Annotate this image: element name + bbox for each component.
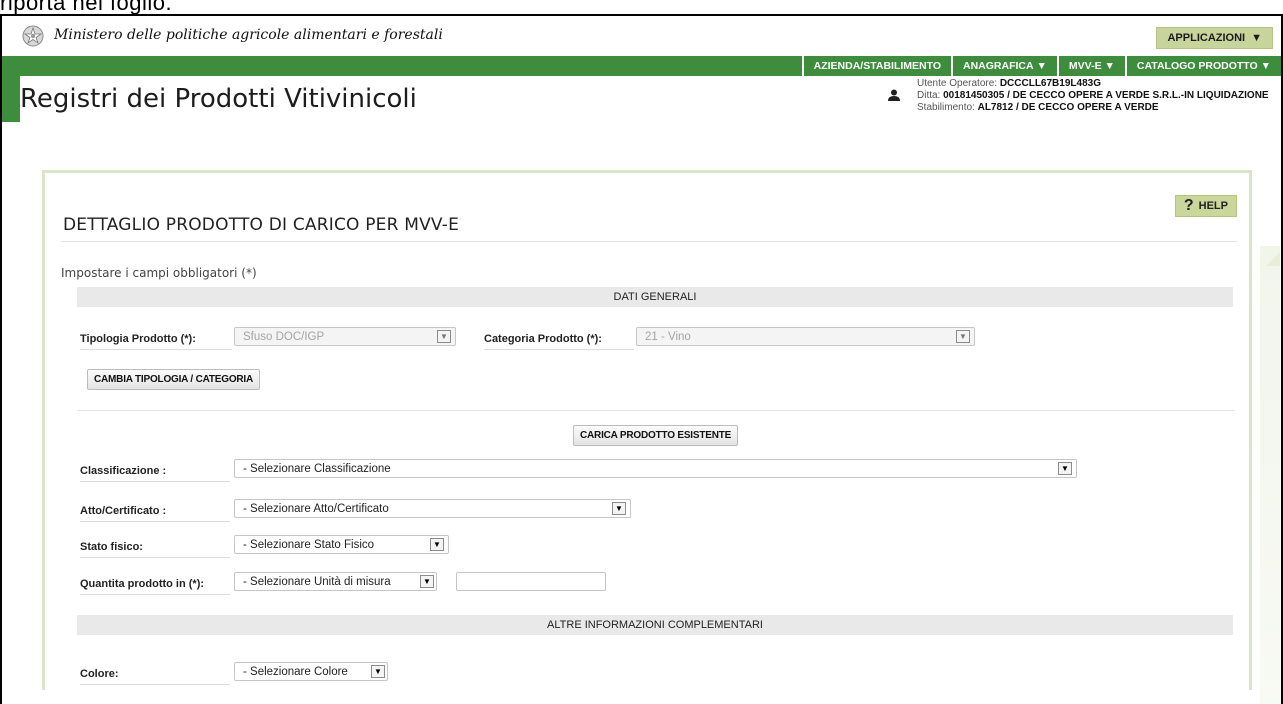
main-navbar: AZIENDA/STABILIMENTO ANAGRAFICA ▼ MVV-E … [2,56,1281,76]
tipologia-select[interactable]: Sfuso DOC/IGP ▼ [234,327,456,346]
atto-certificato-select[interactable]: - Selezionare Atto/Certificato ▼ [234,499,631,518]
content-panel: ? HELP DETTAGLIO PRODOTTO DI CARICO PER … [42,170,1252,690]
nav-item-catalogo-prodotto[interactable]: CATALOGO PRODOTTO ▼ [1124,56,1281,76]
dropdown-arrow-icon: ▼ [956,330,970,343]
tipologia-label: Tipologia Prodotto (*): [80,333,196,345]
section-header-dati-generali: DATI GENERALI [77,287,1233,307]
load-existing-product-button[interactable]: CARICA PRODOTTO ESISTENTE [573,425,739,446]
label-underline [80,349,232,350]
categoria-select[interactable]: 21 - Vino ▼ [636,327,975,346]
company-value: 00181450305 / DE CECCO OPERE A VERDE S.R… [943,90,1269,101]
nav-item-label: AZIENDA/STABILIMENTO [813,60,941,72]
nav-item-label: CATALOGO PRODOTTO [1136,60,1258,72]
app-title: Registri dei Prodotti Vitivinicoli [20,84,417,114]
help-label: HELP [1198,200,1228,212]
nav-item-label: MVV-E [1068,60,1102,72]
applications-menu-button[interactable]: APPLICAZIONI ▼ [1156,27,1273,49]
dropdown-arrow-icon: ▼ [430,538,444,551]
colore-value: - Selezionare Colore [243,665,348,678]
operator-label: Utente Operatore: [917,78,998,89]
company-line: Ditta: 00181450305 / DE CECCO OPERE A VE… [917,90,1283,102]
classificazione-value: - Selezionare Classificazione [243,462,391,475]
dropdown-arrow-icon: ▼ [371,665,385,678]
operator-line: Utente Operatore: DCCCLL67B19L483G [917,78,1283,90]
plant-label: Stabilimento: [917,102,975,113]
stato-fisico-select[interactable]: - Selezionare Stato Fisico ▼ [234,535,449,554]
label-underline [80,684,230,685]
label-underline [80,481,230,482]
right-decoration [1260,246,1280,704]
company-label: Ditta: [917,90,941,101]
italian-republic-emblem-icon [22,24,44,48]
question-mark-icon: ? [1183,197,1194,214]
page-title: DETTAGLIO PRODOTTO DI CARICO PER MVV-E [63,215,460,235]
dropdown-arrow-icon: ▼ [1058,462,1072,475]
ministry-header: Ministero delle politiche agricole alime… [2,16,1281,56]
applications-label: APPLICAZIONI [1167,32,1246,44]
unita-misura-value: - Selezionare Unità di misura [243,575,391,588]
ministry-name: Ministero delle politiche agricole alime… [54,27,443,43]
user-info-lines: Utente Operatore: DCCCLL67B19L483G Ditta… [917,78,1283,114]
nav-item-azienda-stabilimento[interactable]: AZIENDA/STABILIMENTO [801,56,951,76]
unita-misura-select[interactable]: - Selezionare Unità di misura ▼ [234,572,437,591]
section-header-altre-informazioni: ALTRE INFORMAZIONI COMPLEMENTARI [77,615,1233,635]
label-underline [80,521,230,522]
colore-label: Colore: [80,668,119,680]
nav-item-anagrafica[interactable]: ANAGRAFICA ▼ [951,56,1057,76]
dropdown-arrow-icon: ▼ [437,330,451,343]
classificazione-select[interactable]: - Selezionare Classificazione ▼ [234,459,1077,478]
classificazione-label: Classificazione : [80,465,167,477]
label-underline [80,594,230,595]
help-button[interactable]: ? HELP [1174,195,1237,217]
stato-fisico-label: Stato fisico: [80,541,143,553]
dropdown-arrow-icon: ▼ [420,575,434,588]
caret-down-icon: ▼ [1260,60,1271,72]
change-type-category-button[interactable]: CAMBIA TIPOLOGIA / CATEGORIA [87,369,261,390]
quantita-input[interactable] [456,572,606,591]
stato-fisico-value: - Selezionare Stato Fisico [243,538,375,551]
plant-line: Stabilimento: AL7812 / DE CECCO OPERE A … [917,102,1283,114]
label-underline [484,349,634,350]
required-fields-note: Impostare i campi obbligatori (*) [61,266,257,280]
atto-certificato-label: Atto/Certificato : [80,505,167,517]
user-icon [888,89,900,101]
plant-value: AL7812 / DE CECCO OPERE A VERDE [977,102,1159,113]
green-side-stripe [2,76,20,122]
dropdown-arrow-icon: ▼ [612,502,626,515]
operator-value: DCCCLL67B19L483G [999,78,1101,89]
cropped-caption-text: riporta nel foglio. [0,0,173,15]
categoria-value: 21 - Vino [645,330,691,343]
atto-certificato-value: - Selezionare Atto/Certificato [243,502,389,515]
main-nav-menu: AZIENDA/STABILIMENTO ANAGRAFICA ▼ MVV-E … [801,56,1281,76]
caret-down-icon: ▼ [1036,60,1047,72]
caret-down-icon: ▼ [1104,60,1115,72]
label-underline [80,557,230,558]
nav-item-mvv-e[interactable]: MVV-E ▼ [1056,56,1125,76]
categoria-label: Categoria Prodotto (*): [484,333,602,345]
quantita-label: Quantita prodotto in (*): [80,578,205,590]
tipologia-value: Sfuso DOC/IGP [243,330,325,343]
colore-select[interactable]: - Selezionare Colore ▼ [234,662,388,681]
section-divider [77,410,1235,411]
title-divider [61,241,1237,242]
caret-down-icon: ▼ [1251,32,1262,44]
nav-item-label: ANAGRAFICA [963,60,1034,72]
